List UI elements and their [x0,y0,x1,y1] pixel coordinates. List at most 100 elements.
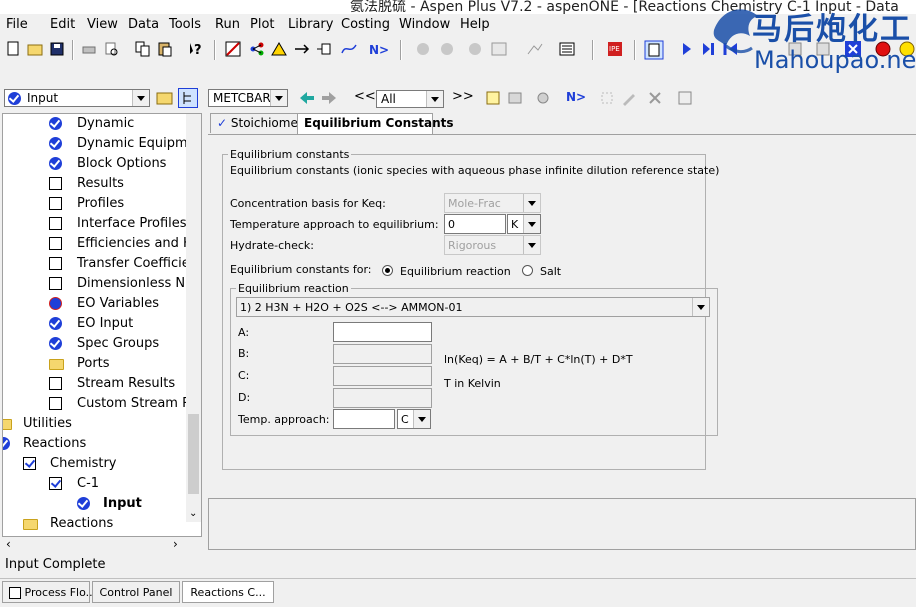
equilibrium-reaction-radio[interactable] [382,265,393,276]
costing-icon[interactable]: IPE [606,40,624,58]
scroll-left-icon[interactable]: ‹ [6,537,11,551]
units-combo[interactable]: METCBAR [208,89,288,107]
blocks-icon[interactable] [316,40,334,58]
task-control-panel-label: Control Panel [99,586,173,599]
paste-icon[interactable] [156,40,174,58]
task-reactions[interactable]: Reactions C... [182,581,274,603]
tree-view-icon[interactable] [178,88,198,108]
previous-form-button[interactable]: << [354,89,376,104]
help-cursor-icon[interactable]: ? [188,40,206,58]
temp-approach-unit-select[interactable]: K [507,214,541,234]
empty-box-icon [49,397,62,410]
components-icon[interactable] [248,40,266,58]
a-input[interactable] [333,322,432,342]
next-required-button[interactable]: N> [566,90,586,104]
forward-arrow-icon[interactable] [320,89,338,107]
temp-app-unit: C [401,413,409,426]
run-start-icon[interactable] [414,40,432,58]
pencil-icon[interactable] [620,89,638,107]
copy-icon[interactable] [134,40,152,58]
navigator-combo[interactable]: Input [4,89,150,107]
folder-up-icon[interactable] [156,89,174,107]
tree-vertical-scrollbar[interactable]: ⌄ [186,114,201,522]
print-preview-icon[interactable] [102,40,120,58]
temp-approach-input[interactable]: 0 [444,214,506,234]
task-process-flowsheet[interactable]: Process Flo... [2,581,96,603]
svg-text:?: ? [194,43,202,58]
model-library-icon[interactable] [558,40,576,58]
back-arrow-icon[interactable] [298,89,316,107]
reaction-select[interactable]: 1) 2 H3N + H2O + O2S <--> AMMON-01 [236,297,710,317]
d-input[interactable] [333,388,432,408]
delete-x-icon[interactable] [646,89,664,107]
scroll-thumb[interactable] [188,414,199,494]
plot-icon[interactable] [490,40,508,58]
watermark: 马后炮化工 Mahoupao.net [700,0,916,78]
tab-equilibrium-constants[interactable]: Equilibrium Constants [297,113,454,135]
tab-stoichiometry[interactable]: ✓ Stoichiometry [210,113,315,133]
menu-library[interactable]: Library [288,17,333,32]
reconcile-icon[interactable] [466,40,484,58]
scroll-right-icon[interactable]: › [173,537,178,551]
tree-horizontal-scrollbar[interactable]: ‹ › [3,537,201,552]
check-icon [49,137,62,150]
open-folder-icon[interactable] [26,40,44,58]
svg-text:IPE: IPE [609,45,620,53]
properties-icon[interactable] [270,40,288,58]
menu-file[interactable]: File [6,17,28,32]
filter-combo[interactable]: All [376,90,444,108]
temp-app-unit-select[interactable]: C [397,409,431,429]
chevron-down-icon[interactable] [132,90,149,106]
new-file-icon[interactable] [4,40,22,58]
check-icon [49,317,62,330]
comments-icon[interactable] [506,89,524,107]
run-icon[interactable] [678,40,696,58]
chevron-down-icon[interactable] [270,90,287,106]
menu-help[interactable]: Help [460,17,490,32]
conc-basis-select[interactable]: Mole-Frac [444,193,541,213]
status-gear-icon[interactable] [534,89,552,107]
chevron-down-icon[interactable] [426,91,443,107]
hydrate-check-select[interactable]: Rigorous [444,235,541,255]
chevron-down-icon[interactable] [523,194,540,212]
watermark-latin: Mahoupao.net [754,46,916,74]
menu-data[interactable]: Data [128,17,159,32]
equilibrium-reaction-radio-label[interactable]: Equilibrium reaction [400,265,511,278]
menu-tools[interactable]: Tools [169,17,201,32]
menu-edit[interactable]: Edit [50,17,75,32]
empty-box-icon [49,217,62,230]
kelvin-note: T in Kelvin [444,377,501,390]
menu-plot[interactable]: Plot [250,17,275,32]
print-icon[interactable] [80,40,98,58]
chevron-down-icon[interactable] [523,236,540,254]
run-step-icon[interactable] [438,40,456,58]
streams-icon[interactable] [293,40,311,58]
c-input[interactable] [333,366,432,386]
next-required-icon[interactable]: N> [368,40,389,58]
temp-approach-value: 0 [448,218,455,231]
scroll-down-icon[interactable]: ⌄ [189,508,197,519]
chevron-down-icon[interactable] [692,298,709,316]
menu-costing[interactable]: Costing [341,17,390,32]
next-form-button[interactable]: >> [452,89,474,104]
task-control-panel[interactable]: Control Panel [92,581,180,603]
salt-radio-label[interactable]: Salt [540,265,561,278]
cut-icon[interactable] [598,89,616,107]
data-browser-icon[interactable] [644,40,664,60]
temp-app-input[interactable] [333,409,395,429]
notes-icon[interactable] [484,89,502,107]
flowsheet-icon[interactable] [340,40,358,58]
setup-icon[interactable] [224,40,242,58]
check-mark-icon: ✓ [217,116,228,130]
chevron-down-icon[interactable] [413,410,430,428]
report-icon[interactable] [676,89,694,107]
form-toolbar: METCBAR << All >> N> [206,86,916,112]
menu-run[interactable]: Run [215,17,240,32]
menu-window[interactable]: Window [399,17,450,32]
save-icon[interactable] [48,40,66,58]
chevron-down-icon[interactable] [523,215,540,233]
salt-radio[interactable] [522,265,533,276]
menu-view[interactable]: View [87,17,118,32]
plot-wizard-icon[interactable] [526,40,544,58]
b-input[interactable] [333,344,432,364]
